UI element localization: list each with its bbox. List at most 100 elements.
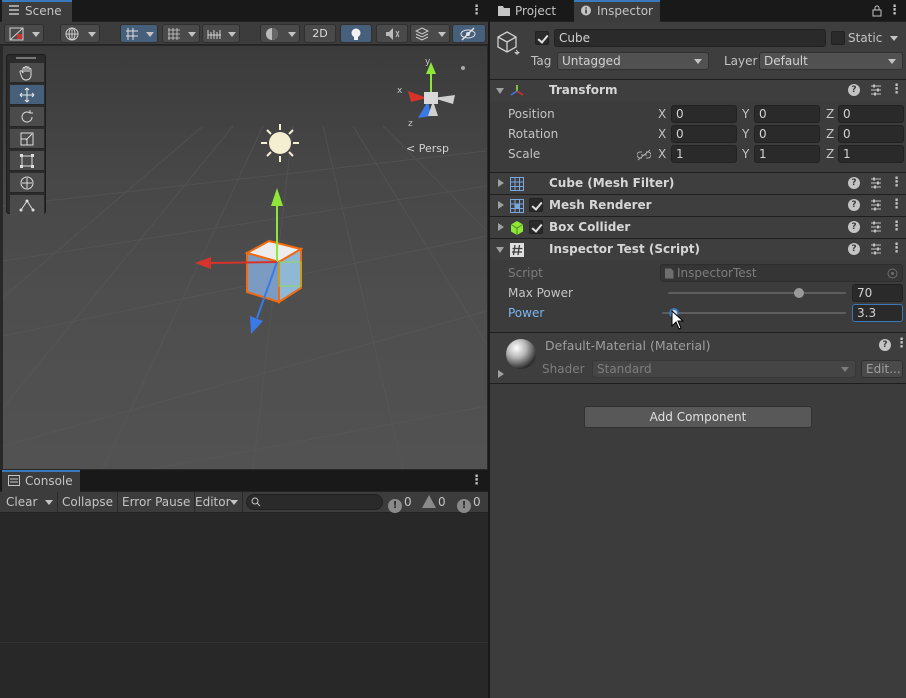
preset-icon[interactable] <box>870 220 882 234</box>
component-menu-icon[interactable]: ⋮ <box>890 240 903 258</box>
mesh-filter-header[interactable]: Cube (Mesh Filter) ? ⋮ <box>490 172 906 194</box>
help-icon[interactable]: ? <box>848 177 860 189</box>
scale-z-label[interactable]: Z <box>826 147 834 161</box>
shader-dropdown[interactable]: Standard <box>592 360 856 378</box>
material-menu-icon[interactable]: ⋮ <box>895 335 906 353</box>
static-checkbox[interactable] <box>831 31 845 45</box>
foldout-closed-icon[interactable] <box>498 201 504 209</box>
rotation-y-field[interactable]: 0 <box>754 125 820 143</box>
snap-toggle[interactable] <box>120 24 158 43</box>
layer-dropdown[interactable]: Default <box>759 52 903 70</box>
component-menu-icon[interactable]: ⋮ <box>890 218 903 236</box>
scale-label[interactable]: Scale <box>508 147 540 161</box>
rotate-tool-button[interactable] <box>10 107 44 127</box>
effects-dropdown[interactable] <box>410 24 450 43</box>
box-collider-enabled-checkbox[interactable] <box>529 220 543 234</box>
position-label[interactable]: Position <box>508 107 555 121</box>
lighting-toggle[interactable] <box>340 24 372 43</box>
tab-inspector[interactable]: Inspector <box>574 0 660 22</box>
chevron-down-icon[interactable] <box>890 36 898 41</box>
help-icon[interactable]: ? <box>848 84 860 96</box>
grid-dropdown[interactable] <box>162 24 200 43</box>
toolbox-grip[interactable] <box>16 57 36 59</box>
power-label[interactable]: Power <box>508 306 544 320</box>
directional-light-icon[interactable] <box>261 124 299 162</box>
tag-dropdown[interactable]: Untagged <box>557 52 709 70</box>
box-collider-header[interactable]: Box Collider ? ⋮ <box>490 216 906 238</box>
constrain-proportions-icon[interactable] <box>637 149 651 161</box>
mesh-renderer-header[interactable]: Mesh Renderer ? ⋮ <box>490 194 906 216</box>
foldout-closed-icon[interactable] <box>498 370 504 378</box>
shading-mode-dropdown[interactable] <box>260 24 300 43</box>
error-count-toggle[interactable]: ! 0 <box>457 492 481 513</box>
editor-dropdown[interactable]: Editor <box>191 492 243 512</box>
gameobject-name-input[interactable]: Cube <box>554 29 826 47</box>
hand-tool-button[interactable] <box>10 63 44 83</box>
component-menu-icon[interactable]: ⋮ <box>890 81 903 99</box>
rotation-z-field[interactable]: 0 <box>838 125 904 143</box>
shader-edit-button[interactable]: Edit... <box>861 360 903 378</box>
rotation-x-field[interactable]: 0 <box>671 125 737 143</box>
preset-icon[interactable] <box>870 198 882 212</box>
rotation-z-label[interactable]: Z <box>826 127 834 141</box>
add-component-button[interactable]: Add Component <box>584 406 812 428</box>
scale-tool-button[interactable] <box>10 129 44 149</box>
help-icon[interactable]: ? <box>848 221 860 233</box>
error-pause-button[interactable]: Error Pause <box>118 492 196 512</box>
log-count-toggle[interactable]: ! 0 <box>388 492 412 513</box>
power-slider[interactable] <box>662 304 846 322</box>
2d-toggle[interactable]: 2D <box>304 24 336 43</box>
projection-toggle[interactable]: < Persp <box>406 142 449 155</box>
preset-icon[interactable] <box>870 242 882 256</box>
preset-icon[interactable] <box>870 83 882 97</box>
gameobject-active-checkbox[interactable] <box>535 31 549 45</box>
max-power-slider-thumb[interactable] <box>794 288 804 298</box>
preset-icon[interactable] <box>870 176 882 190</box>
component-menu-icon[interactable]: ⋮ <box>890 174 903 192</box>
help-icon[interactable]: ? <box>848 243 860 255</box>
console-search-input[interactable] <box>246 494 383 510</box>
scale-z-field[interactable]: 1 <box>838 145 904 163</box>
inspector-menu-icon[interactable]: ⋮ <box>888 3 901 19</box>
max-power-slider[interactable] <box>668 284 846 302</box>
rotation-x-label[interactable]: X <box>658 127 666 141</box>
orientation-gizmo[interactable] <box>408 62 465 118</box>
position-x-label[interactable]: X <box>658 107 666 121</box>
max-power-label[interactable]: Max Power <box>508 286 573 300</box>
scale-y-field[interactable]: 1 <box>754 145 820 163</box>
scene-menu-icon[interactable]: ⋮ <box>470 3 483 19</box>
tab-console[interactable]: Console <box>2 470 80 492</box>
collapse-button[interactable]: Collapse <box>58 492 118 512</box>
increment-snap-dropdown[interactable] <box>202 24 240 43</box>
clear-button[interactable]: Clear <box>2 492 58 512</box>
lock-icon[interactable] <box>872 5 882 17</box>
position-y-field[interactable]: 0 <box>754 105 820 123</box>
console-menu-icon[interactable]: ⋮ <box>470 473 483 489</box>
draw-mode-dropdown[interactable] <box>4 24 44 43</box>
audio-toggle[interactable] <box>376 24 408 43</box>
scale-x-field[interactable]: 1 <box>671 145 737 163</box>
scene-viewport[interactable]: y x z < Persp <box>3 46 487 469</box>
component-menu-icon[interactable]: ⋮ <box>890 196 903 214</box>
position-y-label[interactable]: Y <box>742 107 749 121</box>
rotation-y-label[interactable]: Y <box>742 127 749 141</box>
tab-scene[interactable]: Scene <box>2 0 72 22</box>
foldout-open-icon[interactable] <box>496 88 504 94</box>
transform-header[interactable]: Transform ? ⋮ <box>490 79 906 101</box>
tab-project[interactable]: Project <box>492 0 566 22</box>
foldout-open-icon[interactable] <box>496 247 504 253</box>
power-field[interactable]: 3.3 <box>852 304 903 322</box>
help-icon[interactable]: ? <box>848 199 860 211</box>
foldout-closed-icon[interactable] <box>498 179 504 187</box>
custom-tool-button[interactable] <box>10 195 44 215</box>
transform-tool-button[interactable] <box>10 173 44 193</box>
hidden-objects-toggle[interactable] <box>452 24 486 43</box>
warning-count-toggle[interactable]: 0 <box>422 492 446 512</box>
max-power-field[interactable]: 70 <box>852 284 903 302</box>
rect-tool-button[interactable] <box>10 151 44 171</box>
position-z-label[interactable]: Z <box>826 107 834 121</box>
position-x-field[interactable]: 0 <box>671 105 737 123</box>
scale-y-label[interactable]: Y <box>742 147 749 161</box>
mesh-renderer-enabled-checkbox[interactable] <box>529 198 543 212</box>
script-header[interactable]: Inspector Test (Script) ? ⋮ <box>490 238 906 260</box>
